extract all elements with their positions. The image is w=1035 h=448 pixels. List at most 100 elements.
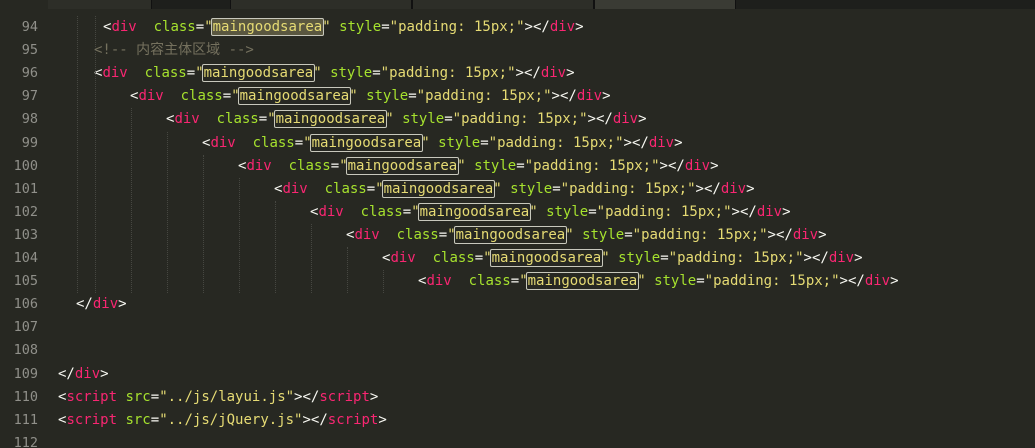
code-area[interactable]: <div class="maingoodsarea" style="paddin… xyxy=(58,0,1035,448)
tag-name: div xyxy=(612,111,639,128)
equals-sign: = xyxy=(150,411,160,428)
tag-bracket: ></ xyxy=(587,111,613,128)
quote: " xyxy=(529,203,538,220)
tag-bracket: </ xyxy=(58,365,75,382)
tag-bracket: ></ xyxy=(767,226,793,243)
code-line[interactable]: <div class="maingoodsarea" style="paddin… xyxy=(202,132,683,155)
attribute-value: "padding: 15px;" xyxy=(488,134,624,151)
code-line[interactable]: <div class="maingoodsarea" style="paddin… xyxy=(103,16,584,39)
code-line[interactable]: <div class="maingoodsarea" style="paddin… xyxy=(238,155,719,178)
code-line[interactable]: <script src="../js/jQuery.js"></script> xyxy=(58,409,387,432)
tag-bracket: ></ xyxy=(731,203,757,220)
attribute-name: style xyxy=(510,180,553,197)
indent-guide xyxy=(311,223,312,294)
line-number: 107 xyxy=(13,319,38,336)
tag-bracket: ></ xyxy=(803,250,829,266)
tag-name: div xyxy=(549,19,576,35)
line-number: 104 xyxy=(13,250,38,266)
tag-name: div xyxy=(111,19,137,35)
code-line[interactable]: <div class="maingoodsarea" style="paddin… xyxy=(382,247,863,270)
equals-sign: = xyxy=(195,19,205,35)
quote: " xyxy=(385,111,394,128)
equals-sign: = xyxy=(222,88,232,105)
tag-bracket: > xyxy=(602,88,611,105)
line-number: 111 xyxy=(13,411,38,428)
equals-sign: = xyxy=(552,180,561,197)
code-editor[interactable]: 94 95 96 97 98 99 100 101 102 103 104 105 106 107 108 1… xyxy=(0,0,1035,448)
tag-bracket: ></ xyxy=(294,388,320,405)
tag-name: div xyxy=(74,365,101,382)
tag-bracket: > xyxy=(575,19,584,35)
code-line[interactable]: <div class="maingoodsarea" style="paddin… xyxy=(130,85,611,108)
tag-bracket: > xyxy=(674,134,683,151)
attribute-name: src xyxy=(125,411,151,428)
code-line[interactable]: <div class="maingoodsarea" style="paddin… xyxy=(166,108,647,131)
code-line[interactable]: </div> xyxy=(76,293,127,316)
code-line[interactable]: <div class="maingoodsarea" style="paddin… xyxy=(418,270,899,293)
equals-sign: = xyxy=(366,180,376,197)
attribute-value: "padding: 15px;" xyxy=(596,203,732,220)
code-line[interactable]: <div class="maingoodsarea" style="paddin… xyxy=(274,178,755,201)
class-value-match: maingoodsarea xyxy=(453,225,568,244)
attribute-name: style xyxy=(582,226,625,243)
tag-bracket: ></ xyxy=(551,88,577,105)
quote: " xyxy=(637,273,646,290)
attribute-value: "padding: 15px;" xyxy=(632,226,768,243)
tag-bracket: > xyxy=(710,157,719,174)
equals-sign: = xyxy=(438,226,448,243)
equals-sign: = xyxy=(150,388,160,405)
code-line[interactable]: <script src="../js/layui.js"></script> xyxy=(58,386,378,409)
code-line[interactable]: <div class="maingoodsarea" style="paddin… xyxy=(346,224,827,247)
tag-bracket: ></ xyxy=(302,411,328,428)
indent-guide xyxy=(275,200,276,294)
attribute-name: class xyxy=(252,134,295,151)
class-value-match: maingoodsarea xyxy=(309,133,424,152)
code-line[interactable]: </div> xyxy=(58,363,109,386)
tag-name: div xyxy=(648,134,675,151)
attribute-name: style xyxy=(402,111,445,128)
code-line[interactable]: <div class="maingoodsarea" style="paddin… xyxy=(94,62,575,85)
attribute-value: "../js/layui.js" xyxy=(159,388,295,405)
tag-name: script xyxy=(327,411,379,428)
attribute-name: style xyxy=(474,157,517,174)
indent-guide xyxy=(383,270,384,294)
line-number: 96 xyxy=(21,65,38,82)
tag-name: div xyxy=(174,111,200,128)
attribute-name: style xyxy=(366,88,409,105)
indent-guide xyxy=(167,131,168,294)
line-number: 109 xyxy=(13,365,38,382)
attribute-name: style xyxy=(438,134,481,151)
tag-bracket: > xyxy=(890,273,899,290)
line-number: 110 xyxy=(13,388,38,405)
equals-sign: = xyxy=(372,65,381,82)
equals-sign: = xyxy=(381,19,390,35)
attribute-value: "padding: 15px;" xyxy=(389,19,525,35)
code-line[interactable]: <div class="maingoodsarea" style="paddin… xyxy=(310,201,791,224)
quote: " xyxy=(493,180,502,197)
quote: " xyxy=(349,88,358,105)
indent-guide xyxy=(131,108,132,294)
tag-name: script xyxy=(66,388,118,405)
equals-sign: = xyxy=(474,250,484,266)
line-number: 94 xyxy=(21,19,38,35)
line-number: 99 xyxy=(21,134,38,151)
attribute-name: class xyxy=(288,157,331,174)
tag-name: div xyxy=(318,203,344,220)
tag-name: div xyxy=(684,157,711,174)
line-number: 102 xyxy=(13,203,38,220)
attribute-name: style xyxy=(654,273,697,290)
tag-bracket: > xyxy=(566,65,575,82)
attribute-value: "padding: 15px;" xyxy=(560,180,696,197)
class-value-match: maingoodsarea xyxy=(381,179,496,198)
code-line[interactable]: <!-- 内容主体区域 --> xyxy=(94,39,254,62)
tag-bracket: ></ xyxy=(623,134,649,151)
tag-bracket: > xyxy=(746,180,755,197)
tag-bracket: > xyxy=(782,203,791,220)
